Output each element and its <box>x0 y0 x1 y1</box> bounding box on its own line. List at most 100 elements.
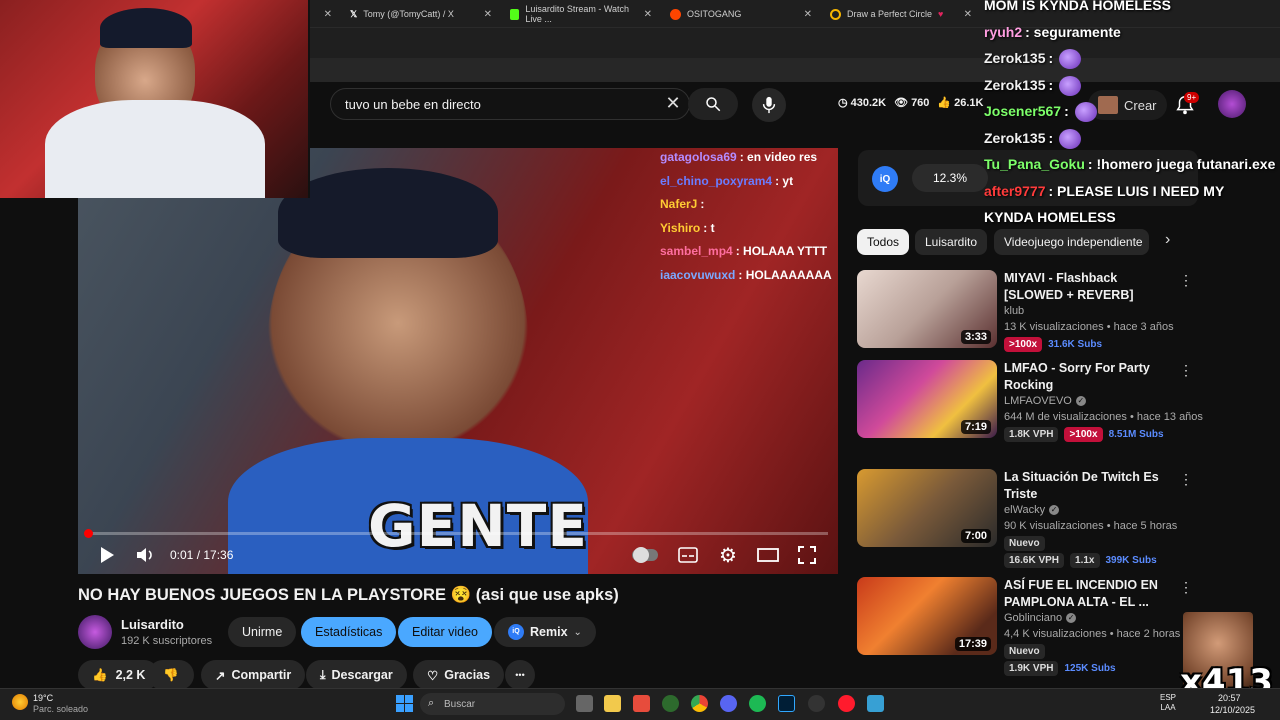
recommended-title[interactable]: LMFAO - Sorry For Party Rocking <box>1004 360 1176 394</box>
new-badge-row: Nuevo <box>1004 536 1045 551</box>
file-explorer-icon[interactable] <box>604 695 621 712</box>
clock-date[interactable]: 12/10/2025 <box>1210 705 1255 715</box>
windows-start-icon[interactable] <box>396 695 413 712</box>
close-icon[interactable]: ✕ <box>804 9 812 20</box>
notepad-icon[interactable] <box>867 695 884 712</box>
github-icon[interactable] <box>808 695 825 712</box>
recommended-channel[interactable]: elWacky ✓ <box>1004 504 1060 516</box>
reddit-icon <box>670 8 681 20</box>
channel-name[interactable]: klub <box>1004 305 1024 317</box>
progress-scrubber[interactable] <box>84 529 93 538</box>
remix-button[interactable]: iQ Remix ⌄ <box>494 617 596 647</box>
taskbar-search[interactable]: Buscar <box>420 693 565 715</box>
more-actions-button[interactable]: ••• <box>505 660 535 690</box>
fullscreen-button[interactable] <box>796 544 818 566</box>
language-indicator[interactable]: ESP LAA <box>1160 693 1176 713</box>
verified-icon: ✓ <box>1066 613 1077 623</box>
clock-time[interactable]: 20:57 <box>1218 693 1241 703</box>
share-button[interactable]: ↗ Compartir <box>201 660 306 690</box>
recommended-video[interactable]: 3:33 MIYAVI - Flashback [SLOWED + REVERB]… <box>857 270 1197 352</box>
thumbs-up-icon: 👍 <box>937 97 952 109</box>
recommended-video[interactable]: 17:39 ASÍ FUE EL INCENDIO EN PAMPLONA ALT… <box>857 577 1197 676</box>
video-stats: ◷ 430.2K 👁 760 👍 26.1K <box>838 96 983 110</box>
stream-chat-text: : <box>1048 76 1054 93</box>
voice-search-button[interactable] <box>752 88 786 122</box>
recommended-channel[interactable]: klub <box>1004 305 1024 317</box>
more-options-icon[interactable]: ⋮ <box>1179 272 1193 289</box>
more-options-icon[interactable]: ⋮ <box>1179 362 1193 379</box>
channel-name[interactable]: LMFAOVEVO <box>1004 395 1072 407</box>
metric-tag: 125K Subs <box>1064 663 1116 674</box>
subtitles-button[interactable] <box>677 544 699 566</box>
task-view-icon[interactable] <box>576 695 593 712</box>
search-button[interactable] <box>688 88 738 120</box>
browser-tab[interactable]: Draw a Perfect Circle ♥ ✕ <box>822 0 980 28</box>
recommended-meta: 4,4 K visualizaciones • hace 2 horas <box>1004 628 1181 640</box>
download-button[interactable]: ⤓ Descargar <box>306 660 407 690</box>
recommended-video[interactable]: 7:00 La Situación De Twitch Es Triste elWa… <box>857 469 1197 568</box>
xbox-icon[interactable] <box>662 695 679 712</box>
chat-username[interactable]: Yishiro <box>660 221 700 235</box>
close-icon[interactable]: ✕ <box>324 9 332 20</box>
recommended-channel[interactable]: LMFAOVEVO ✓ <box>1004 395 1086 407</box>
clear-search-icon[interactable]: ✕ <box>662 92 684 114</box>
search-input[interactable]: tuvo un bebe en directo <box>330 88 690 120</box>
chrome-icon[interactable] <box>691 695 708 712</box>
video-thumbnail[interactable]: 17:39 <box>857 577 997 655</box>
edit-video-button[interactable]: Editar video <box>398 617 493 647</box>
iq-logo[interactable]: iQ <box>872 166 898 192</box>
channel-name[interactable]: Goblinciano <box>1004 612 1062 624</box>
close-icon[interactable]: ✕ <box>964 9 972 20</box>
discord-icon[interactable] <box>720 695 737 712</box>
video-thumbnail[interactable]: 7:19 <box>857 360 997 438</box>
video-thumbnail[interactable]: 7:00 <box>857 469 997 547</box>
analytics-button[interactable]: Estadísticas <box>301 617 397 647</box>
browser-tab-close[interactable]: ✕ <box>310 0 340 28</box>
more-options-icon[interactable]: ⋮ <box>1179 579 1193 596</box>
chat-message: el_chino_poxyram4: yt <box>660 170 838 194</box>
opera-icon[interactable] <box>838 695 855 712</box>
settings-button[interactable]: ⚙ <box>717 544 739 567</box>
thanks-button[interactable]: ♡ Gracias <box>413 660 505 690</box>
video-duration: 7:00 <box>960 529 991 543</box>
volume-button[interactable] <box>134 544 156 566</box>
play-button[interactable] <box>96 544 118 566</box>
dislike-button[interactable]: 👎 <box>148 660 194 690</box>
chat-username[interactable]: sambel_mp4 <box>660 244 733 258</box>
stream-chat-message: ryuh2: seguramente <box>984 19 1280 46</box>
progress-bar[interactable] <box>86 532 828 535</box>
recommended-title[interactable]: ASÍ FUE EL INCENDIO EN PAMPLONA ALTA - E… <box>1004 577 1176 611</box>
more-options-icon[interactable]: ⋮ <box>1179 471 1193 488</box>
browser-tab[interactable]: 𝕏 Tomy (@TomyCatt) / X ✕ <box>342 0 500 28</box>
chat-username[interactable]: iaacovuwuxd <box>660 268 735 282</box>
channel-name[interactable]: Luisardito <box>121 617 184 632</box>
chip-luisardito[interactable]: Luisardito <box>915 229 988 255</box>
recommended-title[interactable]: MIYAVI - Flashback [SLOWED + REVERB] <box>1004 270 1176 304</box>
recommended-title[interactable]: La Situación De Twitch Es Triste <box>1004 469 1176 503</box>
photoshop-icon[interactable] <box>778 695 795 712</box>
join-button[interactable]: Unirme <box>228 617 297 647</box>
recommended-video[interactable]: 7:19 LMFAO - Sorry For Party Rocking LMFAO… <box>857 360 1203 442</box>
chip-videojuego[interactable]: Videojuego independiente <box>994 229 1149 255</box>
video-duration: 7:19 <box>960 420 991 434</box>
channel-name[interactable]: elWacky <box>1004 504 1045 516</box>
spotify-icon[interactable] <box>749 695 766 712</box>
close-icon[interactable]: ✕ <box>644 9 652 20</box>
app-icon[interactable] <box>633 695 650 712</box>
browser-tab[interactable]: OSITOGANG ✕ <box>662 0 820 28</box>
chevron-right-icon[interactable]: › <box>1165 231 1170 249</box>
browser-tab[interactable]: Luisardito Stream - Watch Live ... ✕ <box>502 0 660 28</box>
chat-username[interactable]: NaferJ <box>660 197 697 211</box>
video-thumbnail[interactable]: 3:33 <box>857 270 997 348</box>
chat-username[interactable]: gatagolosa69 <box>660 150 737 164</box>
analytics-label: Estadísticas <box>315 625 383 639</box>
autoplay-toggle[interactable] <box>630 544 660 566</box>
close-icon[interactable]: ✕ <box>484 9 492 20</box>
views-stat: ◷ 430.2K <box>838 96 886 110</box>
chip-todos[interactable]: Todos <box>857 229 910 255</box>
recommended-channel[interactable]: Goblinciano ✓ <box>1004 612 1077 624</box>
theater-mode-button[interactable] <box>756 544 780 566</box>
chat-username[interactable]: el_chino_poxyram4 <box>660 174 772 188</box>
channel-avatar[interactable] <box>78 615 112 649</box>
stream-chat-message: Tu_Pana_Goku: !homero juega futanari.exe <box>984 151 1280 178</box>
